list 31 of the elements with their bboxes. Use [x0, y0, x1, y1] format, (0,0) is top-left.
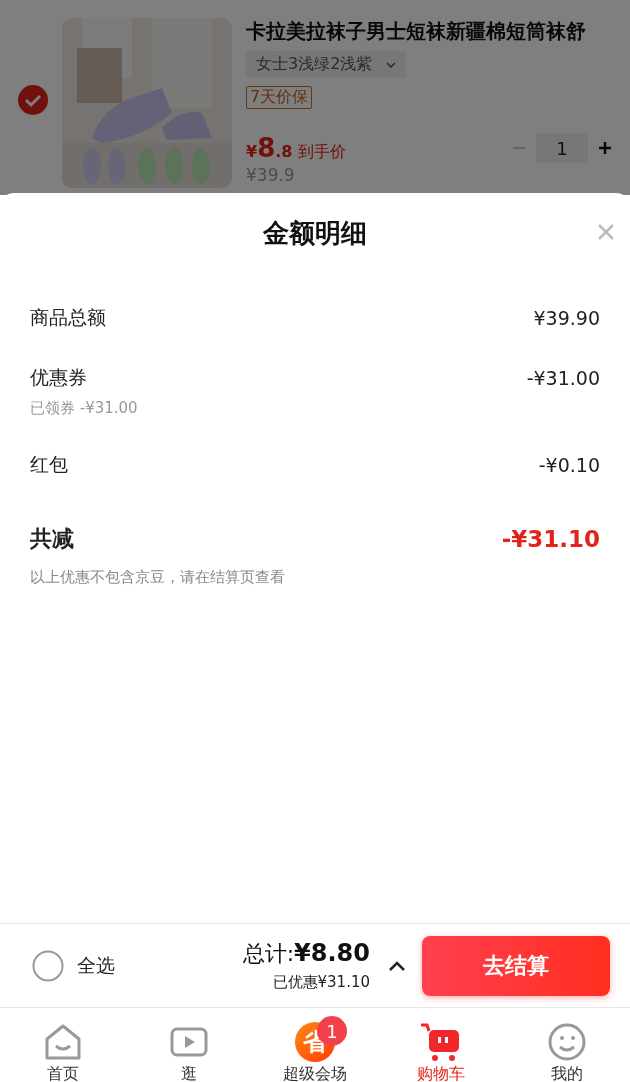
select-all-label[interactable]: 全选	[77, 952, 115, 979]
tab[interactable]: 逛	[126, 1008, 252, 1082]
close-icon[interactable]	[597, 223, 615, 241]
tab[interactable]: 购物车	[378, 1008, 504, 1082]
discount-note: 以上优惠不包含京豆，请在结算页查看	[30, 568, 286, 587]
amount-value: -¥31.10	[501, 526, 600, 552]
sheet-title: 金额明细	[263, 216, 367, 250]
tab[interactable]: 我的	[504, 1008, 630, 1082]
chevron-down-icon	[386, 61, 397, 68]
amount-label: 商品总额	[30, 305, 106, 330]
amount-value: ¥39.90	[533, 307, 600, 329]
amount-label: 优惠券	[30, 365, 87, 390]
amount-value: -¥0.10	[538, 454, 600, 476]
amount-label: 红包	[30, 452, 68, 477]
caret-up-icon[interactable]	[388, 960, 406, 971]
smiley-icon	[547, 1022, 587, 1062]
home-icon	[43, 1022, 83, 1062]
plus-icon[interactable]	[598, 141, 612, 155]
total-price: 总计:¥8.80	[242, 939, 370, 969]
checkout-button[interactable]: 去结算	[422, 935, 610, 996]
checkbox[interactable]	[18, 85, 48, 115]
amount-label: 共减	[30, 525, 74, 553]
coupon-note: 已领券 -¥31.00	[30, 399, 139, 418]
saved-amount: 已优惠¥31.10	[272, 973, 370, 992]
amount-value: -¥31.00	[526, 367, 600, 389]
select-all-checkbox[interactable]	[32, 949, 64, 982]
price-protection-tag: 7天价保	[246, 86, 313, 109]
quantity-field[interactable]: 1	[536, 133, 588, 163]
tab[interactable]: 首页	[0, 1008, 126, 1082]
product-title[interactable]: 卡拉美拉袜子男士短袜新疆棉短筒袜舒	[246, 18, 586, 45]
final-price: ¥8.8 到手价	[246, 133, 346, 163]
